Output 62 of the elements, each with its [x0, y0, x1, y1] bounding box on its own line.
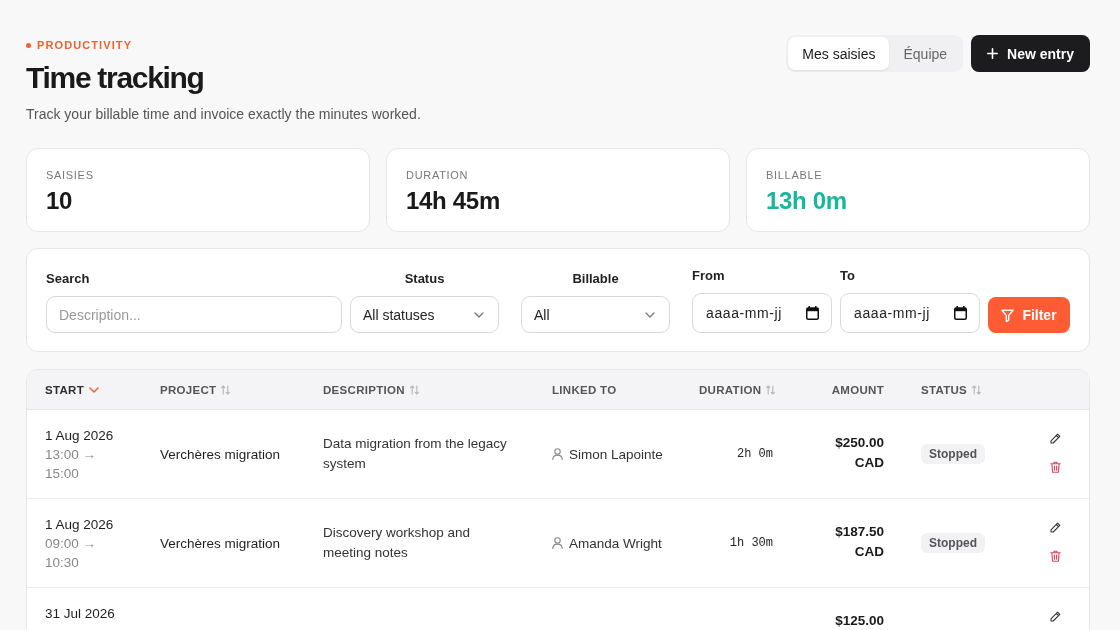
calendar-icon[interactable]	[806, 306, 819, 320]
pencil-icon[interactable]	[1049, 433, 1061, 444]
trash-icon[interactable]	[1049, 461, 1061, 473]
field-label: To	[840, 268, 855, 284]
page-title: Time tracking	[26, 60, 205, 96]
field-label: Billable	[572, 271, 619, 287]
column-header: AMOUNT	[831, 382, 884, 397]
stat-label: SAISIES	[46, 168, 95, 182]
view-tab[interactable]: Équipe	[889, 37, 962, 70]
search-field[interactable]: Description...	[46, 296, 342, 333]
status-badge: Stopped	[921, 444, 985, 464]
start-date: 1 Aug 2026	[45, 427, 114, 445]
status-badge: Stopped	[921, 533, 985, 553]
description-text: Data migration from the legacy system	[323, 435, 508, 473]
stat-label: DURATION	[406, 168, 470, 182]
stat-value: 13h 0m	[766, 187, 848, 215]
column-header[interactable]: DESCRIPTION	[323, 382, 405, 397]
amount-text: $250.00 CAD	[834, 434, 884, 472]
person-icon	[552, 448, 563, 460]
person-name: Amanda Wright	[569, 534, 662, 553]
column-header: LINKED TO	[552, 382, 617, 397]
person-name: Simon Lapointe	[569, 445, 663, 464]
new-entry-button[interactable]: New entry	[971, 35, 1090, 72]
pencil-icon[interactable]	[1049, 522, 1061, 533]
section-eyebrow: PRODUCTIVITY	[37, 38, 133, 52]
start-date: 31 Jul 2026	[45, 605, 115, 623]
field-label: Search	[46, 271, 90, 287]
sort-desc-icon[interactable]	[89, 386, 99, 393]
chevron-down-icon	[645, 311, 655, 318]
dot-icon	[26, 42, 31, 48]
amount-text: $125.00	[834, 612, 884, 630]
duration-text: 2h 0m	[737, 446, 774, 462]
plus-icon	[987, 48, 999, 59]
filter-icon	[1001, 308, 1015, 322]
column-header[interactable]: PROJECT	[160, 382, 217, 397]
field-label: From	[692, 268, 725, 284]
amount-text: $187.50 CAD	[834, 523, 884, 561]
column-header[interactable]: STATUS	[921, 382, 968, 397]
field-label: Status	[404, 271, 445, 287]
start-date: 1 Aug 2026	[45, 516, 114, 534]
stat-label: BILLABLE	[766, 168, 824, 182]
select-field[interactable]: All statuses	[350, 296, 499, 333]
page-subtitle: Track your billable time and invoice exactly the minutes worked.	[26, 105, 421, 124]
stat-value: 10	[46, 187, 74, 215]
view-tab[interactable]: Mes saisies	[788, 37, 890, 70]
project-name: Verchères migration	[160, 445, 281, 464]
project-name: Verchères migration	[160, 534, 281, 553]
calendar-icon[interactable]	[954, 306, 967, 320]
chevron-down-icon	[474, 311, 484, 318]
column-header[interactable]: DURATION	[699, 382, 762, 397]
date-field[interactable]: aaaa-mm-jj	[840, 293, 980, 333]
select-field[interactable]: All	[521, 296, 670, 333]
person-icon	[552, 537, 563, 549]
stat-value: 14h 45m	[406, 187, 501, 215]
date-field[interactable]: aaaa-mm-jj	[692, 293, 832, 333]
column-header[interactable]: START	[45, 382, 84, 397]
description-text: Discovery workshop and meeting notes	[323, 524, 472, 562]
time-range: 13:00 → 15:00	[45, 446, 98, 483]
trash-icon[interactable]	[1049, 550, 1061, 562]
duration-text: 1h 30m	[729, 535, 774, 551]
pencil-icon[interactable]	[1049, 611, 1061, 622]
time-range: 09:00 → 10:30	[45, 535, 98, 572]
